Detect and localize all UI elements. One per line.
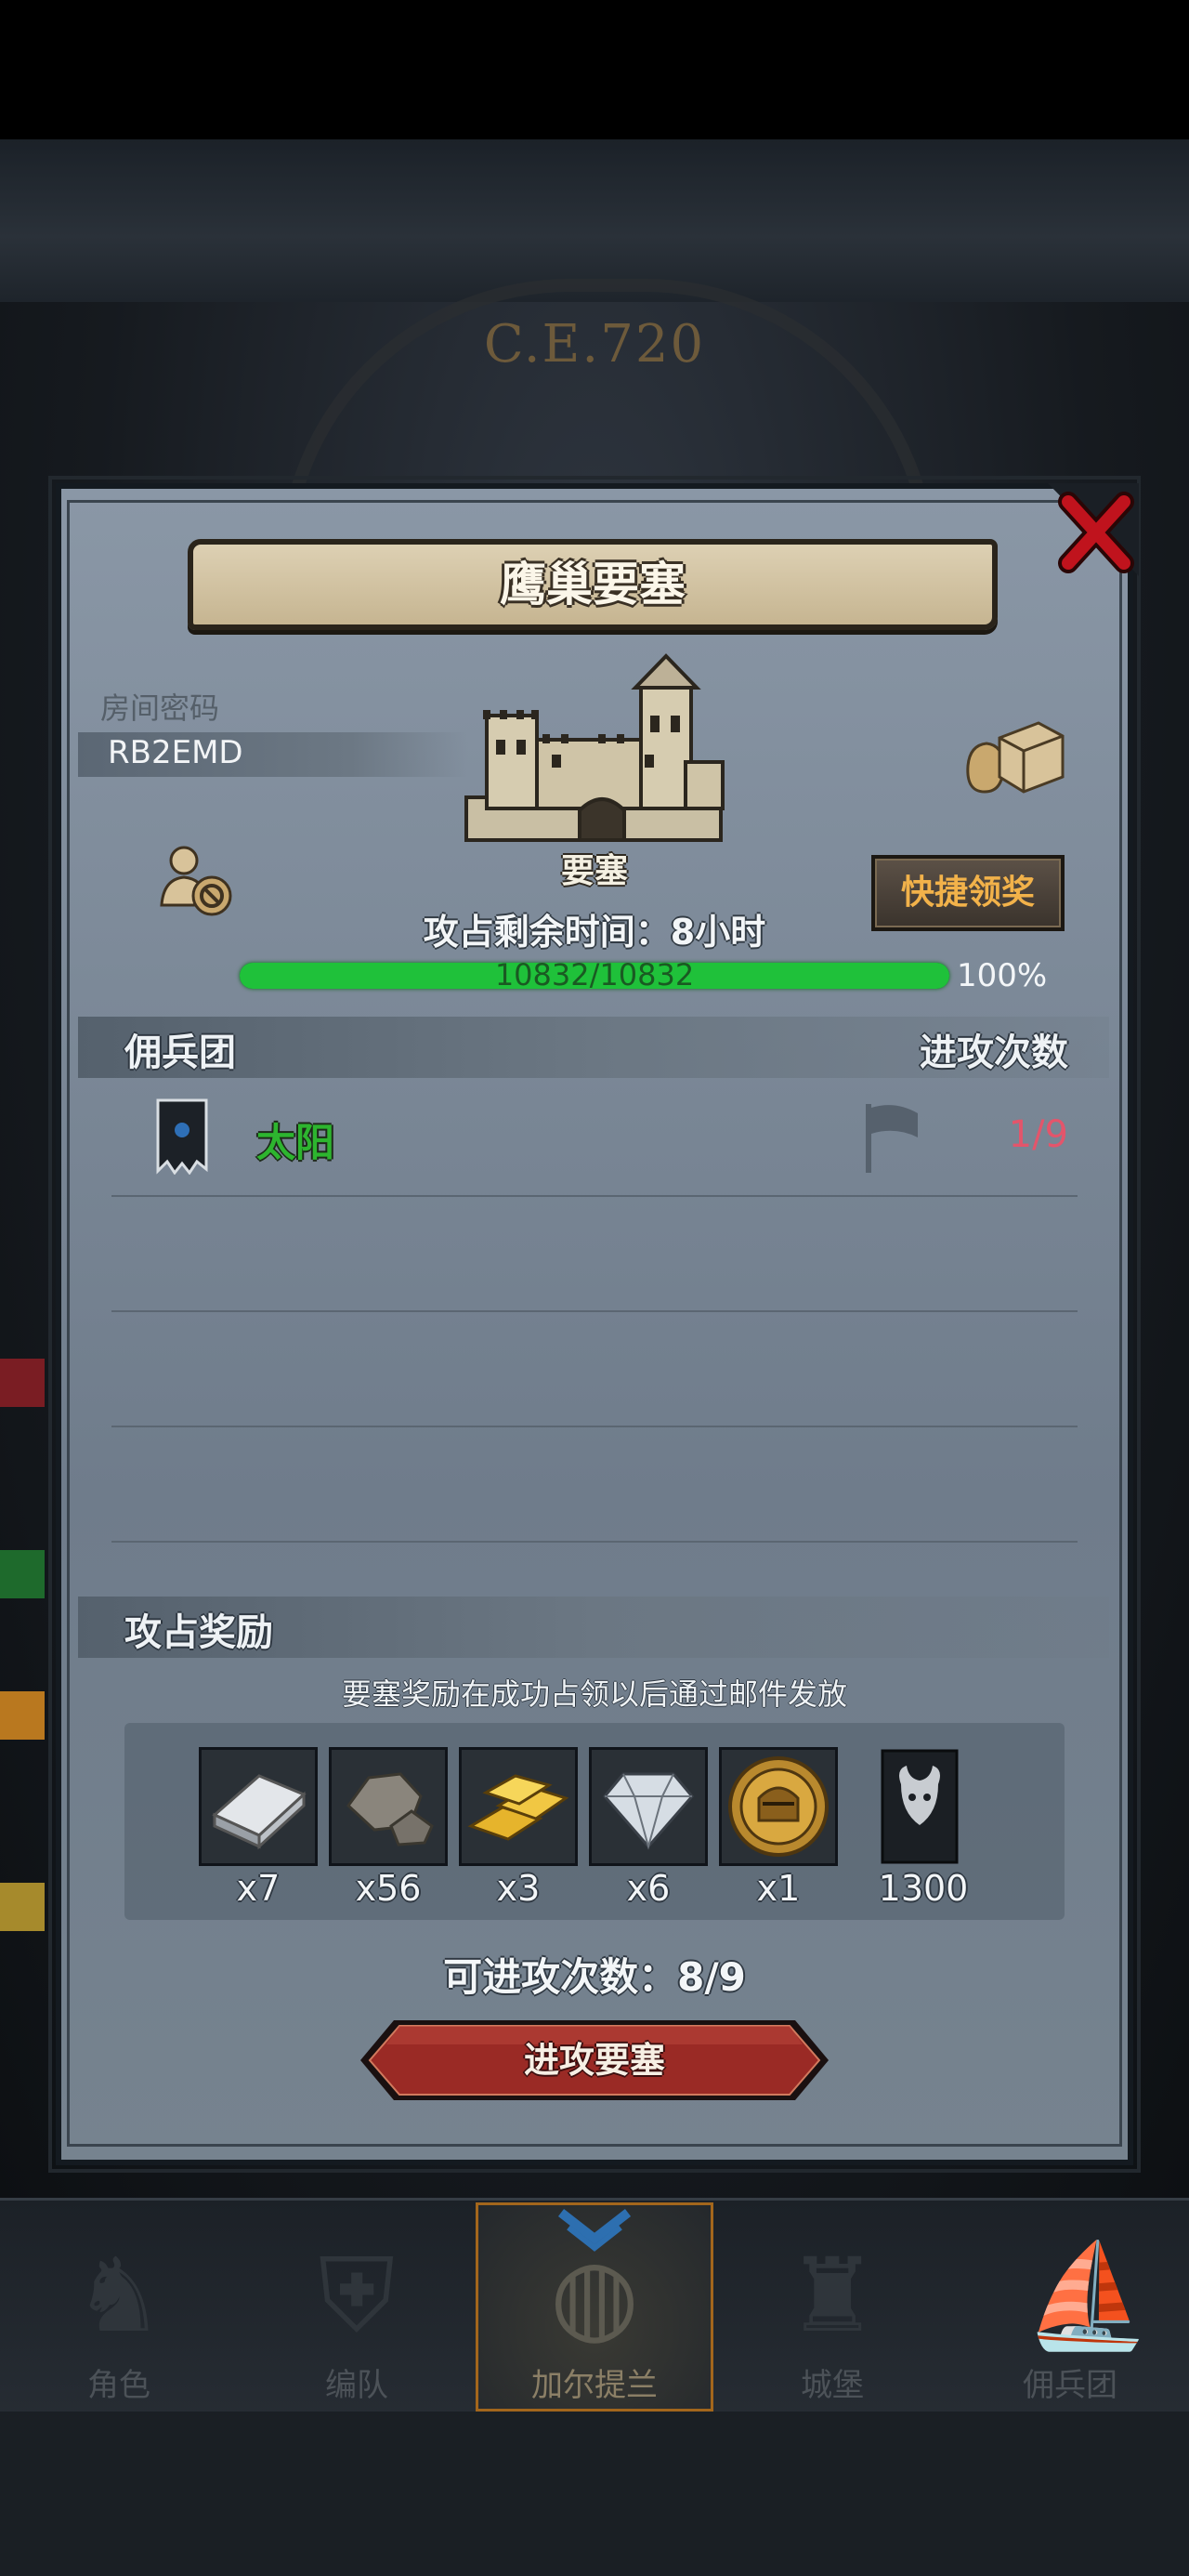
room-password-value[interactable]: RB2EMD: [108, 734, 243, 771]
reward-count: x56: [355, 1868, 422, 1909]
attack-count-header: 进攻次数: [920, 1032, 1068, 1074]
chevron-down-icon: [557, 2209, 632, 2252]
rewards-note: 要塞奖励在成功占领以后通过邮件发放: [341, 1676, 847, 1712]
row-divider: [111, 1426, 1078, 1427]
reward-bull-banner[interactable]: [877, 1747, 962, 1866]
nav-item-formation[interactable]: ⛨ 编队: [238, 2198, 476, 2412]
nav-item-castle[interactable]: ♜ 城堡: [713, 2198, 951, 2412]
reward-silver-ingot[interactable]: [199, 1747, 318, 1866]
knight-medal-icon: [728, 1756, 829, 1857]
row-divider: [111, 1541, 1078, 1543]
flag-icon: [866, 1104, 918, 1173]
nav-item-mercenary[interactable]: ⛵ 佣兵团: [951, 2198, 1189, 2412]
fortress-label: 要塞: [560, 852, 628, 890]
reward-count: x7: [236, 1868, 281, 1909]
capture-timer: 攻占剩余时间：8小时: [423, 912, 766, 953]
castle-icon: ♜: [786, 2236, 879, 2355]
reward-count: x3: [496, 1868, 541, 1909]
reward-gold-bars[interactable]: [459, 1747, 578, 1866]
diamond-icon: [603, 1772, 694, 1850]
close-button[interactable]: [1048, 483, 1139, 576]
side-tab-orange[interactable]: [0, 1691, 45, 1740]
reward-knight-medal[interactable]: [719, 1747, 838, 1866]
reward-crate-icon[interactable]: [962, 717, 1066, 794]
nav-item-character[interactable]: ♞ 角色: [0, 2198, 238, 2412]
side-tab-red[interactable]: [0, 1359, 45, 1407]
reward-count: x1: [756, 1868, 801, 1909]
team-attack-count: 1/9: [1008, 1113, 1068, 1156]
stone-ore-icon: [346, 1772, 434, 1847]
available-attacks: 可进攻次数：8/9: [443, 1954, 746, 2000]
silver-ingot-icon: [212, 1774, 307, 1850]
hp-percent: 100%: [957, 957, 1048, 994]
reward-diamond[interactable]: [589, 1747, 708, 1866]
team-banner-icon: [156, 1098, 208, 1175]
reward-count: x6: [626, 1868, 671, 1909]
status-area: [0, 0, 1189, 139]
team-name[interactable]: 太阳: [256, 1111, 334, 1168]
fortress-icon: [464, 653, 725, 842]
nav-label: 佣兵团: [1023, 2367, 1117, 2404]
quick-claim-label: 快捷领奖: [900, 874, 1035, 912]
nav-label: 城堡: [801, 2367, 864, 2404]
deny-user-icon[interactable]: [158, 840, 236, 918]
mercenary-header: 佣兵团: [124, 1032, 236, 1074]
bull-banner-icon: [881, 1749, 959, 1864]
hp-value: 10832/10832: [494, 957, 695, 992]
nav-label: 编队: [325, 2367, 388, 2404]
row-divider: [111, 1195, 1078, 1197]
ship-icon: ⛵: [1024, 2236, 1151, 2355]
attack-fortress-label: 进攻要塞: [523, 2040, 665, 2081]
bottom-bar: [0, 2412, 1189, 2576]
reward-count: 1300: [878, 1868, 969, 1909]
helmet-icon: ⛨: [318, 2236, 396, 2355]
top-bar: [0, 139, 1189, 302]
nav-label: 角色: [87, 2367, 150, 2404]
reward-stone-ore[interactable]: [329, 1747, 448, 1866]
era-label: C.E.720: [483, 314, 706, 375]
knight-icon: ♞: [72, 2236, 165, 2355]
dialog-title: 鹰巢要塞: [500, 558, 686, 611]
row-divider: [111, 1310, 1078, 1312]
side-tab-gold[interactable]: [0, 1883, 45, 1931]
globe-icon: ◍: [550, 2236, 639, 2355]
side-tab-green[interactable]: [0, 1550, 45, 1598]
room-password-label: 房间密码: [100, 690, 220, 726]
rewards-header: 攻占奖励: [124, 1611, 273, 1654]
nav-label: 加尔提兰: [531, 2367, 658, 2404]
gold-bars-icon: [467, 1774, 569, 1841]
